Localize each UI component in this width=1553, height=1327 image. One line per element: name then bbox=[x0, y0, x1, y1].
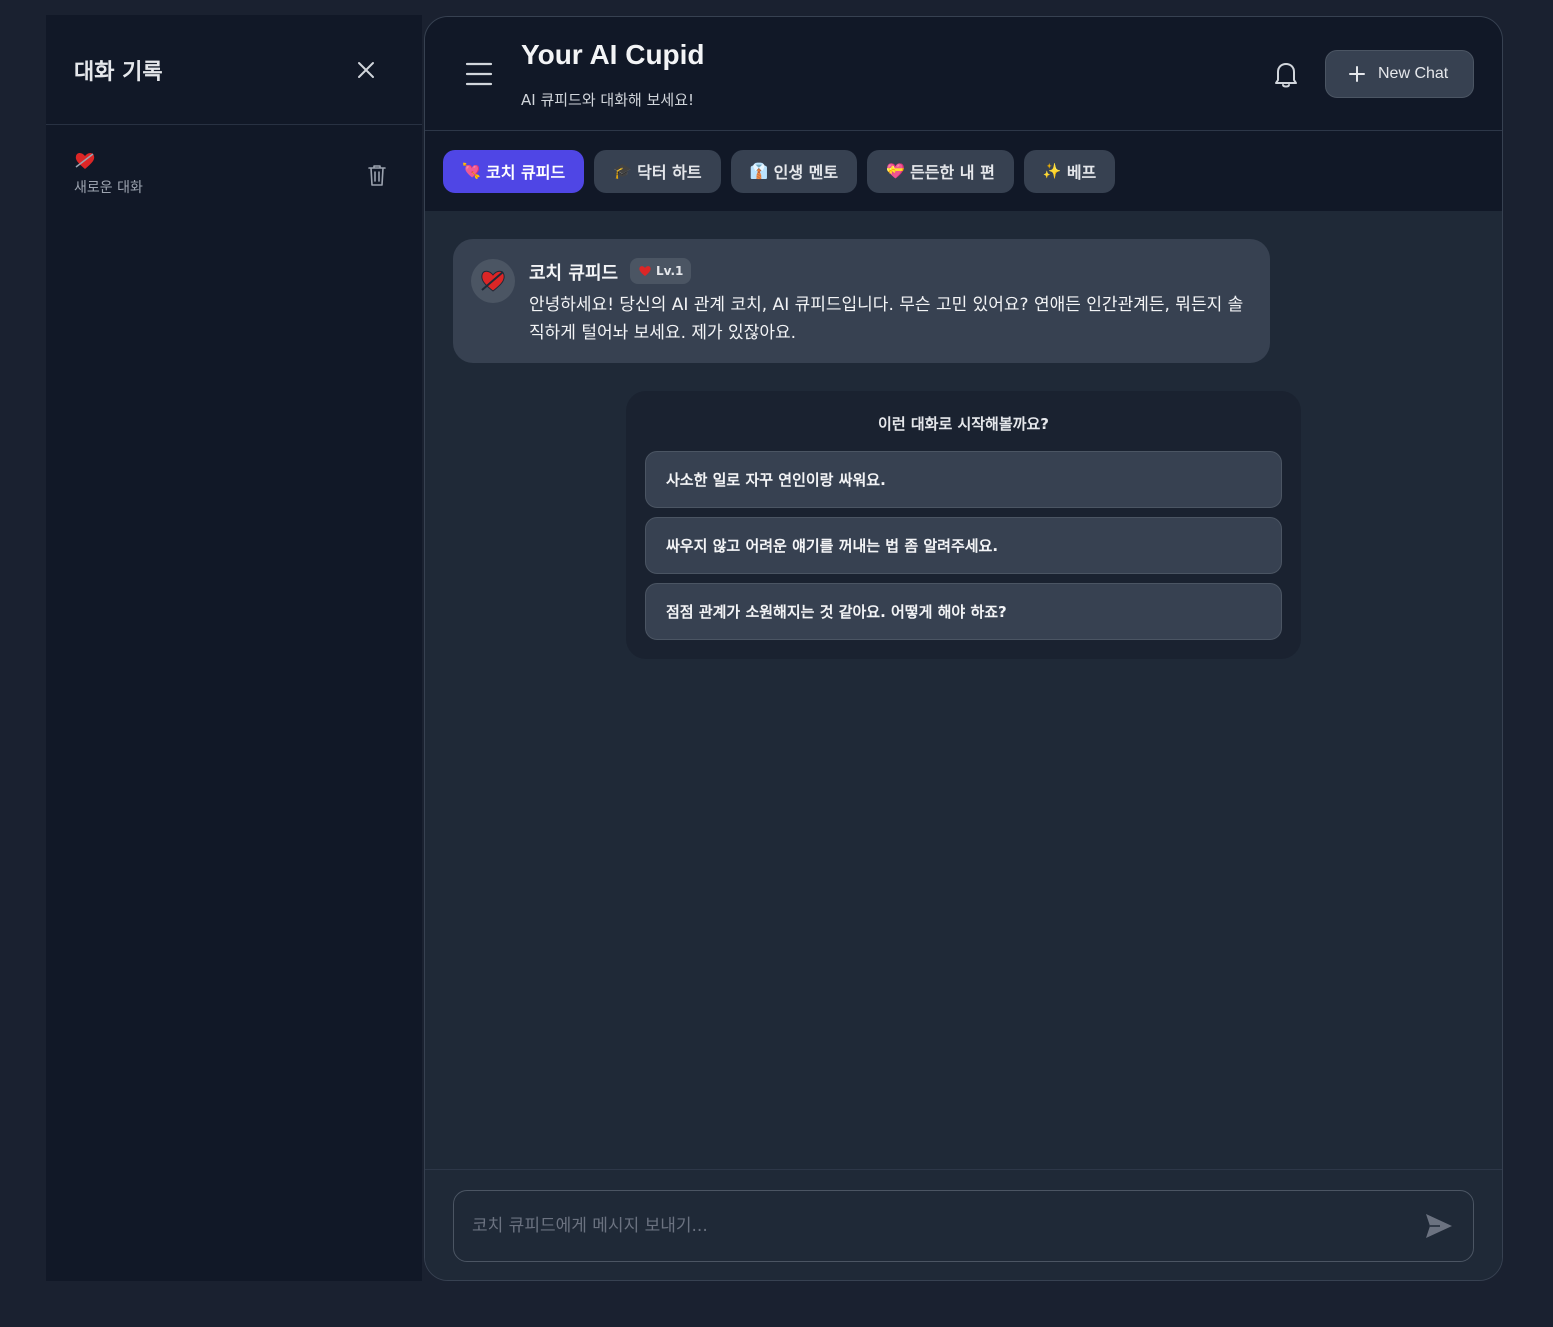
tab-label: 든든한 내 편 bbox=[910, 163, 995, 182]
tab-label: 닥터 하트 bbox=[637, 163, 702, 182]
tab-my-side[interactable]: 💝 든든한 내 편 bbox=[867, 149, 1014, 193]
tab-label: 인생 멘토 bbox=[773, 163, 839, 182]
tab-coach-cupid[interactable]: 💘 코치 큐피드 bbox=[443, 149, 585, 193]
app-title: Your AI Cupid bbox=[521, 39, 705, 70]
tab-label: 코치 큐피드 bbox=[486, 163, 566, 182]
new-chat-button[interactable]: New Chat bbox=[1325, 50, 1474, 98]
level-text: Lv.1 bbox=[656, 264, 684, 278]
new-chat-label: New Chat bbox=[1378, 65, 1449, 82]
bot-message-text: 안녕하세요! 당신의 AI 관계 코치, AI 큐피드입니다. 무슨 고민 있어… bbox=[529, 295, 1244, 343]
send-icon[interactable] bbox=[1424, 1211, 1454, 1241]
heart-icon bbox=[639, 266, 651, 276]
heart-arrow-icon: 💘 bbox=[462, 162, 481, 180]
sparkles-icon: ✨ bbox=[1042, 162, 1062, 180]
heart-arrow-icon bbox=[481, 270, 505, 292]
conversation-item[interactable]: 새로운 대화 bbox=[46, 151, 422, 211]
message-input[interactable] bbox=[472, 1191, 1412, 1261]
close-icon[interactable] bbox=[354, 58, 378, 82]
heart-emoji-icon bbox=[74, 151, 96, 171]
level-badge: Lv.1 bbox=[630, 258, 692, 284]
composer bbox=[425, 1169, 1502, 1280]
bot-message: 코치 큐피드 Lv.1 안녕하세요! 당신의 AI 관계 코치, AI 큐피드입… bbox=[453, 239, 1270, 363]
bell-icon[interactable] bbox=[1273, 59, 1299, 89]
heart-ribbon-icon: 💝 bbox=[886, 162, 905, 180]
hamburger-menu-icon[interactable] bbox=[465, 61, 493, 87]
suggestion-button[interactable]: 점점 관계가 소원해지는 것 같아요. 어떻게 해야 하죠? bbox=[645, 583, 1282, 640]
avatar bbox=[471, 259, 515, 303]
message-input-wrapper bbox=[453, 1190, 1474, 1262]
conversation-sidebar: 대화 기록 새로운 대화 bbox=[46, 15, 422, 1281]
shirt-icon: 👔 bbox=[749, 162, 769, 180]
conversation-title: 새로운 대화 bbox=[74, 180, 143, 196]
sidebar-title: 대화 기록 bbox=[74, 59, 163, 85]
app-subtitle: AI 큐피드와 대화해 보세요! bbox=[521, 91, 695, 109]
chat-panel: Your AI Cupid AI 큐피드와 대화해 보세요! New Chat … bbox=[424, 16, 1503, 1281]
suggestion-title: 이런 대화로 시작해볼까요? bbox=[878, 415, 1049, 433]
tab-bestie[interactable]: ✨ 베프 bbox=[1023, 149, 1116, 193]
suggestion-button[interactable]: 싸우지 않고 어려운 얘기를 꺼내는 법 좀 알려주세요. bbox=[645, 517, 1282, 574]
tab-doctor-heart[interactable]: 🎓 닥터 하트 bbox=[594, 149, 721, 193]
trash-icon[interactable] bbox=[366, 163, 388, 187]
sidebar-header: 대화 기록 bbox=[46, 15, 422, 125]
suggestion-panel: 이런 대화로 시작해볼까요? 사소한 일로 자꾸 연인이랑 싸워요. 싸우지 않… bbox=[626, 391, 1301, 659]
graduation-cap-icon: 🎓 bbox=[613, 162, 632, 180]
persona-tabs: 💘 코치 큐피드 🎓 닥터 하트 👔 인생 멘토 💝 든든한 내 편 ✨ 베프 bbox=[425, 131, 1502, 211]
bot-name: 코치 큐피드 bbox=[529, 263, 619, 284]
suggestion-button[interactable]: 사소한 일로 자꾸 연인이랑 싸워요. bbox=[645, 451, 1282, 508]
plus-icon bbox=[1349, 66, 1365, 82]
tab-label: 베프 bbox=[1066, 163, 1097, 182]
chat-header: Your AI Cupid AI 큐피드와 대화해 보세요! New Chat bbox=[425, 17, 1502, 131]
tab-life-mentor[interactable]: 👔 인생 멘토 bbox=[730, 149, 858, 193]
